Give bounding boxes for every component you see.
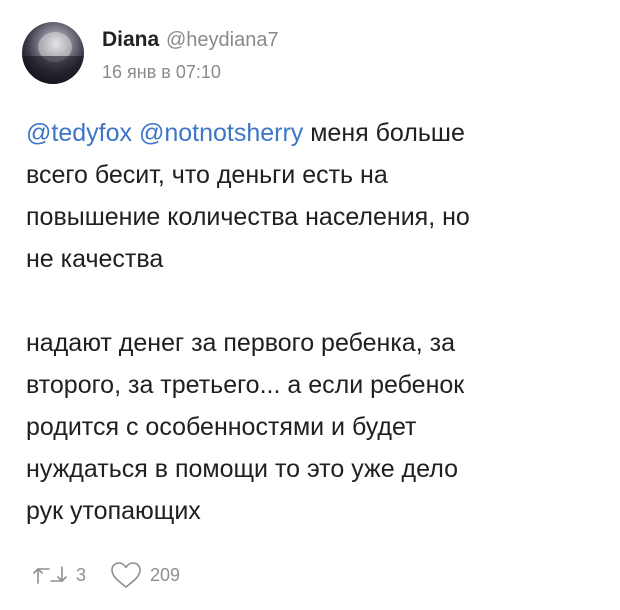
tweet-text-line: всего бесит, что деньги есть на (26, 161, 388, 189)
tweet-actions: 3 209 (32, 560, 180, 590)
tweet-text-line: надают денег за первого ребенка, за (26, 329, 455, 357)
tweet-text-line: нуждаться в помощи то это уже дело (26, 455, 458, 483)
heart-icon[interactable] (110, 561, 142, 589)
avatar-shadow (22, 56, 84, 84)
mention-tedyfox[interactable]: @tedyfox (26, 119, 132, 147)
like-count: 209 (150, 564, 181, 585)
post-date[interactable]: 16 янв в 07:10 (102, 62, 221, 83)
retweet-count: 3 (76, 564, 87, 585)
tweet-line-1: @tedyfox @notnotsherry меня больше (26, 112, 596, 154)
tweet-body: @tedyfox @notnotsherry меня больше всего… (26, 112, 596, 532)
mention-notnotsherry[interactable]: @notnotsherry (139, 119, 303, 147)
tweet-text-line: повышение количества населения, но (26, 203, 470, 231)
tweet-text-line: рук утопающих (26, 497, 201, 525)
tweet-text-line: меня больше (310, 119, 465, 147)
avatar[interactable] (22, 22, 84, 84)
tweet-text-line: родится с особенностями и будет (26, 413, 417, 441)
retweet-icon[interactable] (32, 562, 68, 588)
tweet-text-line: не качества (26, 245, 164, 273)
author-handle[interactable]: @heydiana7 (166, 29, 279, 52)
author-name[interactable]: Diana (102, 28, 159, 52)
tweet-text-line: второго, за третьего... а если ребенок (26, 371, 465, 399)
